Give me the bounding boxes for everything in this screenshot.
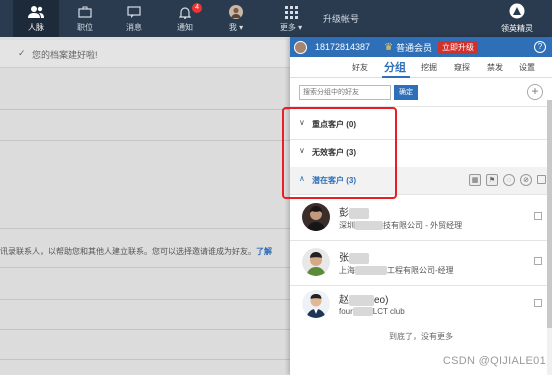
end-of-list-text: 到底了，没有更多 xyxy=(389,332,453,341)
nav-item-jobs[interactable]: 职位 xyxy=(62,0,108,37)
group-search: 确定 + xyxy=(290,82,552,104)
annotation-highlight-box xyxy=(282,107,397,199)
nav-label: 消息 xyxy=(126,22,142,32)
people-icon xyxy=(28,5,44,20)
groups-panel: 18172814387 ♛ 普通会员 立即升级 ? 好友 分组 挖掘 窥探 禁发… xyxy=(290,37,552,375)
redacted-text: xxxxxxx xyxy=(355,221,383,230)
notification-badge: 4 xyxy=(192,3,202,13)
nav-label: 职位 xyxy=(77,22,93,32)
nav-label: 更多 ▾ xyxy=(279,22,303,32)
contact-checkbox[interactable] xyxy=(534,257,542,265)
upgrade-now-button[interactable]: 立即升级 xyxy=(438,40,479,54)
search-confirm-button[interactable]: 确定 xyxy=(394,85,418,100)
contact-row[interactable]: 彭xxxx 深圳xxxxxxx技有限公司 - 外贸经理 xyxy=(290,198,552,240)
divider xyxy=(0,299,300,300)
top-navigation: 人脉 职位 消息 通知 4 我 ▾ 更多 ▾ 升级帐号 领英精灵 xyxy=(0,0,552,37)
contact-name: 张xxxx xyxy=(339,249,369,264)
logo-icon xyxy=(492,3,542,21)
divider xyxy=(290,240,552,241)
scrollbar-thumb[interactable] xyxy=(547,100,552,328)
learn-more-link[interactable]: 了解 xyxy=(256,247,272,256)
tab-groups[interactable]: 分组 xyxy=(384,59,406,75)
nav-label: 人脉 xyxy=(28,22,44,32)
block-icon[interactable]: ⊘ xyxy=(520,174,532,186)
nav-label: 通知 xyxy=(177,22,193,32)
account-phone: 18172814387 xyxy=(315,42,371,52)
member-level: 普通会员 xyxy=(396,42,433,53)
redacted-text: xxxxxxxx xyxy=(355,266,387,275)
chevron-down-icon: ▾ xyxy=(298,22,303,32)
chat-bubble-icon[interactable]: ◌ xyxy=(503,174,515,186)
contact-name: 赵xxxxxeo) xyxy=(339,295,389,306)
contact-avatar xyxy=(302,290,330,318)
redacted-text: xxxxx xyxy=(352,307,373,316)
contact-checkbox[interactable] xyxy=(534,212,542,220)
nav-item-messages[interactable]: 消息 xyxy=(111,0,157,37)
group-toolbar: ▦ ⚑ ◌ ⊘ xyxy=(469,174,546,186)
briefcase-icon xyxy=(78,5,92,20)
nav-label: 我 ▾ xyxy=(228,22,244,32)
grid-view-icon[interactable]: ▦ xyxy=(469,174,481,186)
panel-tabs: 好友 分组 挖掘 窥探 禁发 设置 xyxy=(290,57,552,78)
contact-checkbox[interactable] xyxy=(534,299,542,307)
contact-name: 彭xxxx xyxy=(339,204,369,219)
tab-friends[interactable]: 好友 xyxy=(352,62,368,73)
tab-settings[interactable]: 设置 xyxy=(519,62,535,73)
upgrade-account-link[interactable]: 升级帐号 xyxy=(323,12,359,25)
avatar xyxy=(229,5,243,20)
divider xyxy=(0,329,300,330)
contact-row[interactable]: 赵xxxxxeo) fourxxxxxLCT club xyxy=(290,285,552,327)
panel-header: 18172814387 ♛ 普通会员 立即升级 ? xyxy=(290,37,552,57)
tab-peek[interactable]: 窥探 xyxy=(454,62,470,73)
tab-block[interactable]: 禁发 xyxy=(487,62,503,73)
select-all-checkbox[interactable] xyxy=(537,175,546,184)
divider xyxy=(0,267,300,268)
divider xyxy=(0,359,300,360)
contact-headline: fourxxxxxLCT club xyxy=(339,307,405,316)
divider xyxy=(0,228,300,229)
nav-item-notifications[interactable]: 通知 4 xyxy=(162,0,208,37)
search-input[interactable] xyxy=(299,85,391,100)
chevron-down-icon: ▾ xyxy=(239,22,244,32)
contact-avatar xyxy=(302,248,330,276)
nav-item-me[interactable]: 我 ▾ xyxy=(213,0,259,37)
tab-discover[interactable]: 挖掘 xyxy=(421,62,437,73)
watermark: CSDN @QIJIALE01 xyxy=(442,355,546,367)
app-logo[interactable]: 领英精灵 xyxy=(492,3,542,34)
contact-avatar xyxy=(302,203,330,231)
logo-label: 领英精灵 xyxy=(501,24,533,33)
contact-headline: 上海xxxxxxxx工程有限公司-经理 xyxy=(339,266,454,275)
redacted-text: xxxxx xyxy=(349,295,374,306)
redacted-text: xxxx xyxy=(349,253,369,264)
contact-headline: 深圳xxxxxxx技有限公司 - 外贸经理 xyxy=(339,221,463,230)
redacted-text: xxxx xyxy=(349,208,369,219)
grid-icon xyxy=(284,5,298,20)
nav-item-more[interactable]: 更多 ▾ xyxy=(268,0,314,37)
crown-icon: ♛ xyxy=(384,41,394,53)
check-icon: ✓ xyxy=(18,48,26,58)
help-icon[interactable]: ? xyxy=(534,41,546,53)
bell-icon xyxy=(179,5,191,20)
notice-text: 您的档案建好啦! xyxy=(32,50,98,60)
active-tab-indicator xyxy=(382,76,410,78)
nav-item-connections[interactable]: 人脉 xyxy=(13,0,59,37)
divider xyxy=(0,140,300,141)
flag-icon[interactable]: ⚑ xyxy=(486,174,498,186)
message-icon xyxy=(127,5,141,20)
background-text: 讯录联系人，以帮助您和其他人建立联系。您可以选择邀请谁成为好友。了解 xyxy=(0,247,272,256)
add-group-icon[interactable]: + xyxy=(527,84,543,100)
contact-row[interactable]: 张xxxx 上海xxxxxxxx工程有限公司-经理 xyxy=(290,243,552,285)
avatar xyxy=(294,40,307,54)
divider xyxy=(0,109,300,110)
